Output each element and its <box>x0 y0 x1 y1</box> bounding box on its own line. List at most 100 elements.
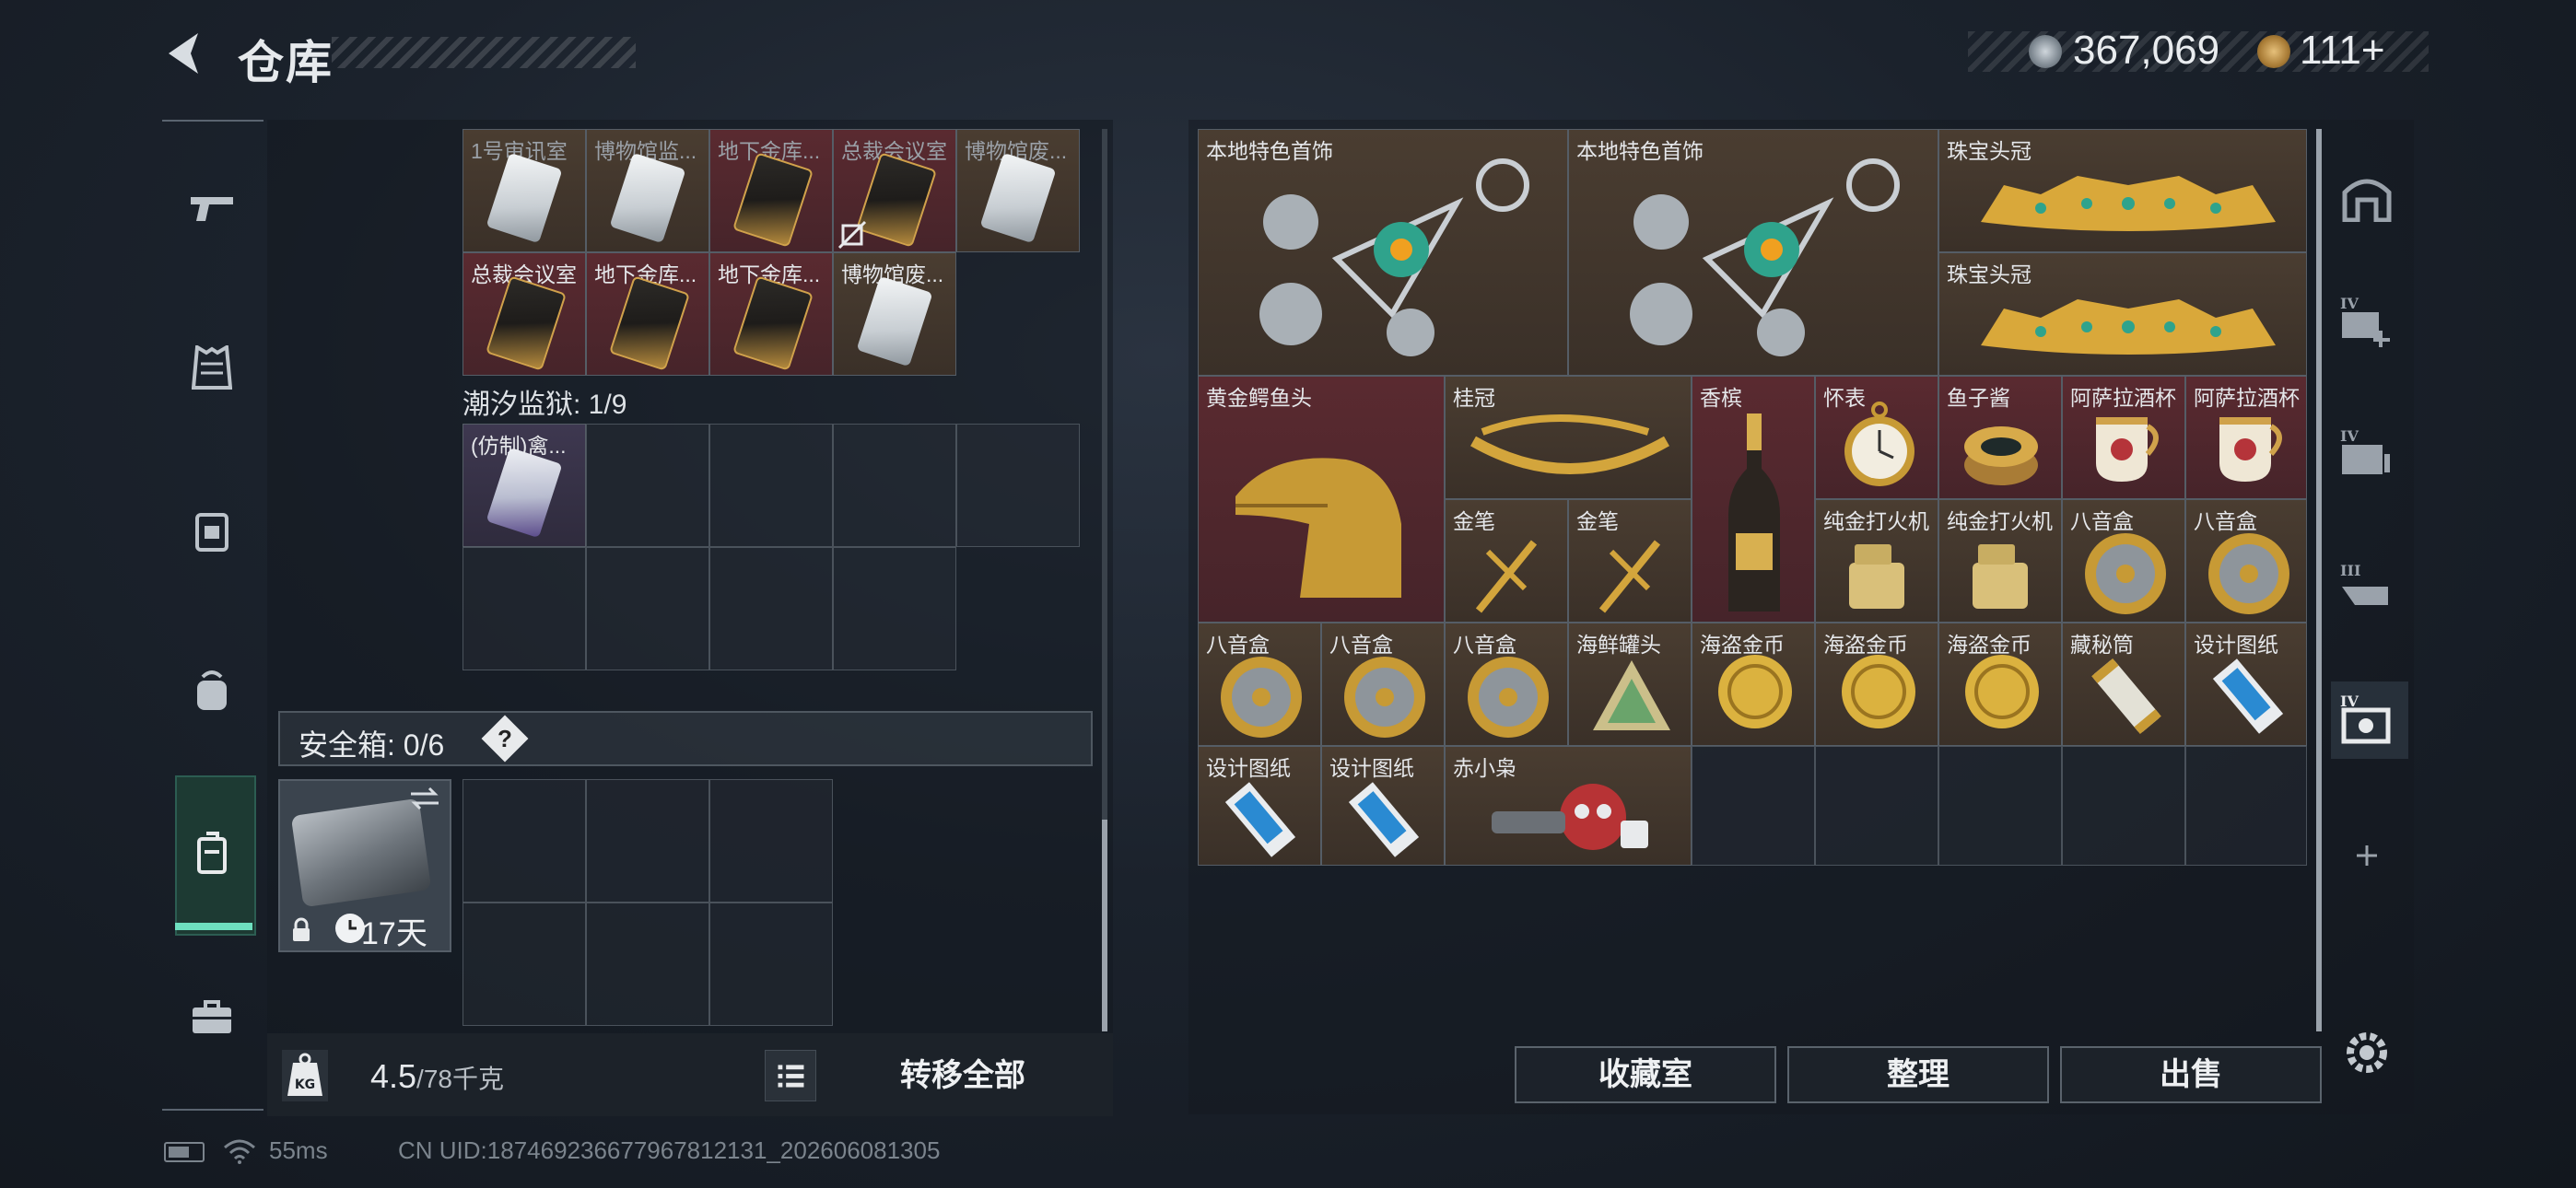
cryptex-item[interactable]: 藏秘筒 <box>2062 623 2185 746</box>
toolbox-icon[interactable] <box>184 989 240 1044</box>
organize-button[interactable]: 整理 <box>1787 1046 2049 1103</box>
grid-slot[interactable] <box>586 424 709 547</box>
storage-tier-4-valuables-icon[interactable]: IV <box>2336 689 2397 750</box>
back-arrow-icon[interactable] <box>161 28 207 79</box>
red-owl-figure-icon <box>1492 784 1648 850</box>
caviar-item[interactable]: 鱼子酱 <box>1938 376 2062 499</box>
music-box-item[interactable]: 八音盒 <box>2185 499 2307 623</box>
music-box-icon <box>2085 533 2166 614</box>
pirate-coin-item[interactable]: 海盗金币 <box>1815 623 1938 746</box>
keycard-item[interactable]: 1号审讯室 <box>463 129 586 252</box>
ping-readout: 55ms <box>269 1136 328 1164</box>
add-storage-plus-icon[interactable] <box>2336 825 2397 886</box>
keycard-item[interactable]: 博物馆监... <box>586 129 709 252</box>
keycard-item[interactable]: 地下金库... <box>709 252 833 376</box>
keycard-item[interactable]: 地下金库... <box>586 252 709 376</box>
grid-slot[interactable] <box>1692 746 1815 866</box>
tide-prison-label: 潮汐监狱: 1/9 <box>463 390 627 420</box>
safe-slot[interactable] <box>709 779 833 903</box>
transfer-all-button[interactable]: 转移全部 <box>857 1050 1069 1101</box>
battery-icon <box>164 1142 205 1162</box>
collection-room-button[interactable]: 收藏室 <box>1515 1046 1776 1103</box>
music-box-item[interactable]: 八音盒 <box>1198 623 1321 746</box>
keycard-icon <box>608 275 691 371</box>
grid-slot[interactable] <box>2185 746 2307 866</box>
storage-tier-4-add-icon[interactable]: IV <box>2336 291 2397 352</box>
gold-pen-icon <box>1475 540 1538 613</box>
grid-slot[interactable] <box>709 547 833 670</box>
grid-slot[interactable] <box>956 424 1080 547</box>
silver-coin-icon <box>2029 35 2062 68</box>
safe-slot[interactable] <box>463 903 586 1026</box>
music-box-item[interactable]: 八音盒 <box>1321 623 1445 746</box>
pocket-watch-icon <box>1844 402 1914 486</box>
gold-lighter-item[interactable]: 纯金打火机 <box>1815 499 1938 623</box>
settings-gear-icon[interactable] <box>2336 1022 2397 1083</box>
right-scrollbar[interactable] <box>2316 129 2322 1031</box>
title-decoration <box>332 37 636 68</box>
goblet-item[interactable]: 阿萨拉酒杯 <box>2062 376 2185 499</box>
token-amount[interactable]: 111+ <box>2300 28 2385 74</box>
red-owl-item[interactable]: 赤小枭 <box>1445 746 1692 866</box>
armor-icon[interactable] <box>184 341 240 396</box>
tiara-icon <box>1981 176 2276 231</box>
keycard-item[interactable]: 总裁会议室 <box>833 129 956 252</box>
grid-slot[interactable] <box>586 547 709 670</box>
pirate-coin-item[interactable]: 海盗金币 <box>1692 623 1815 746</box>
necklace-item[interactable]: 本地特色首饰 <box>1568 129 1938 376</box>
necklace-item[interactable]: 本地特色首饰 <box>1198 129 1568 376</box>
sell-button[interactable]: 出售 <box>2060 1046 2322 1103</box>
grid-slot[interactable] <box>833 547 956 670</box>
grid-slot[interactable] <box>1938 746 2062 866</box>
weapon-icon[interactable] <box>184 181 240 236</box>
seafood-can-item[interactable]: 海鲜罐头 <box>1568 623 1692 746</box>
grid-slot[interactable] <box>1815 746 1938 866</box>
currency-amount: 367,069 <box>2073 28 2220 73</box>
blueprint-item[interactable]: 设计图纸 <box>2185 623 2307 746</box>
safe-slot[interactable] <box>709 903 833 1026</box>
blueprint-item[interactable]: 设计图纸 <box>1198 746 1321 866</box>
golden-crocodile-head-item[interactable]: 黄金鳄鱼头 <box>1198 376 1445 623</box>
keycard-item[interactable]: 博物馆废... <box>833 252 956 376</box>
swap-icon[interactable] <box>407 785 442 812</box>
safe-slot[interactable] <box>586 779 709 903</box>
blueprint-item[interactable]: 设计图纸 <box>1321 746 1445 866</box>
grid-slot[interactable] <box>709 424 833 547</box>
tiara-item[interactable]: 珠宝头冠 <box>1938 252 2307 376</box>
pirate-coin-icon <box>1965 655 2039 728</box>
goblet-item[interactable]: 阿萨拉酒杯 <box>2185 376 2307 499</box>
tiara-item[interactable]: 珠宝头冠 <box>1938 129 2307 252</box>
keycard-icon <box>855 152 938 248</box>
keycard-item[interactable]: 地下金库... <box>709 129 833 252</box>
music-box-item[interactable]: 八音盒 <box>2062 499 2185 623</box>
blueprint-icon <box>1348 782 1420 857</box>
keycard-item[interactable]: 总裁会议室 <box>463 252 586 376</box>
safe-slot[interactable] <box>586 903 709 1026</box>
safe-slot[interactable] <box>463 779 586 903</box>
grid-slot[interactable] <box>2062 746 2185 866</box>
warehouse-home-icon[interactable] <box>2336 166 2397 227</box>
champagne-item[interactable]: 香槟 <box>1692 376 1815 623</box>
no-transfer-icon <box>837 220 867 250</box>
gold-pen-item[interactable]: 金笔 <box>1445 499 1568 623</box>
list-view-icon[interactable] <box>765 1050 816 1101</box>
pirate-coin-item[interactable]: 海盗金币 <box>1938 623 2062 746</box>
grid-slot[interactable] <box>463 547 586 670</box>
grid-slot[interactable] <box>833 424 956 547</box>
backpack-icon[interactable] <box>184 663 240 718</box>
laurel-crown-item[interactable]: 桂冠 <box>1445 376 1692 499</box>
music-box-item[interactable]: 八音盒 <box>1445 623 1568 746</box>
storage-tier-4-folder-icon[interactable]: IV <box>2336 424 2397 484</box>
gold-lighter-item[interactable]: 纯金打火机 <box>1938 499 2062 623</box>
keycard-item[interactable]: 博物馆废... <box>956 129 1080 252</box>
storage-tier-3-icon[interactable]: III <box>2336 556 2397 617</box>
left-scrollbar-thumb[interactable] <box>1102 820 1107 1031</box>
cryptex-icon <box>2091 658 2161 735</box>
chest-rig-icon[interactable] <box>184 503 240 558</box>
gold-pen-item[interactable]: 金笔 <box>1568 499 1692 623</box>
safe-case-nav-icon[interactable] <box>184 825 240 880</box>
pocket-watch-item[interactable]: 怀表 <box>1815 376 1938 499</box>
left-nav <box>162 120 263 1111</box>
replica-keycard-item[interactable]: (仿制)禽... <box>463 424 586 547</box>
lighter-icon <box>1973 544 2028 609</box>
